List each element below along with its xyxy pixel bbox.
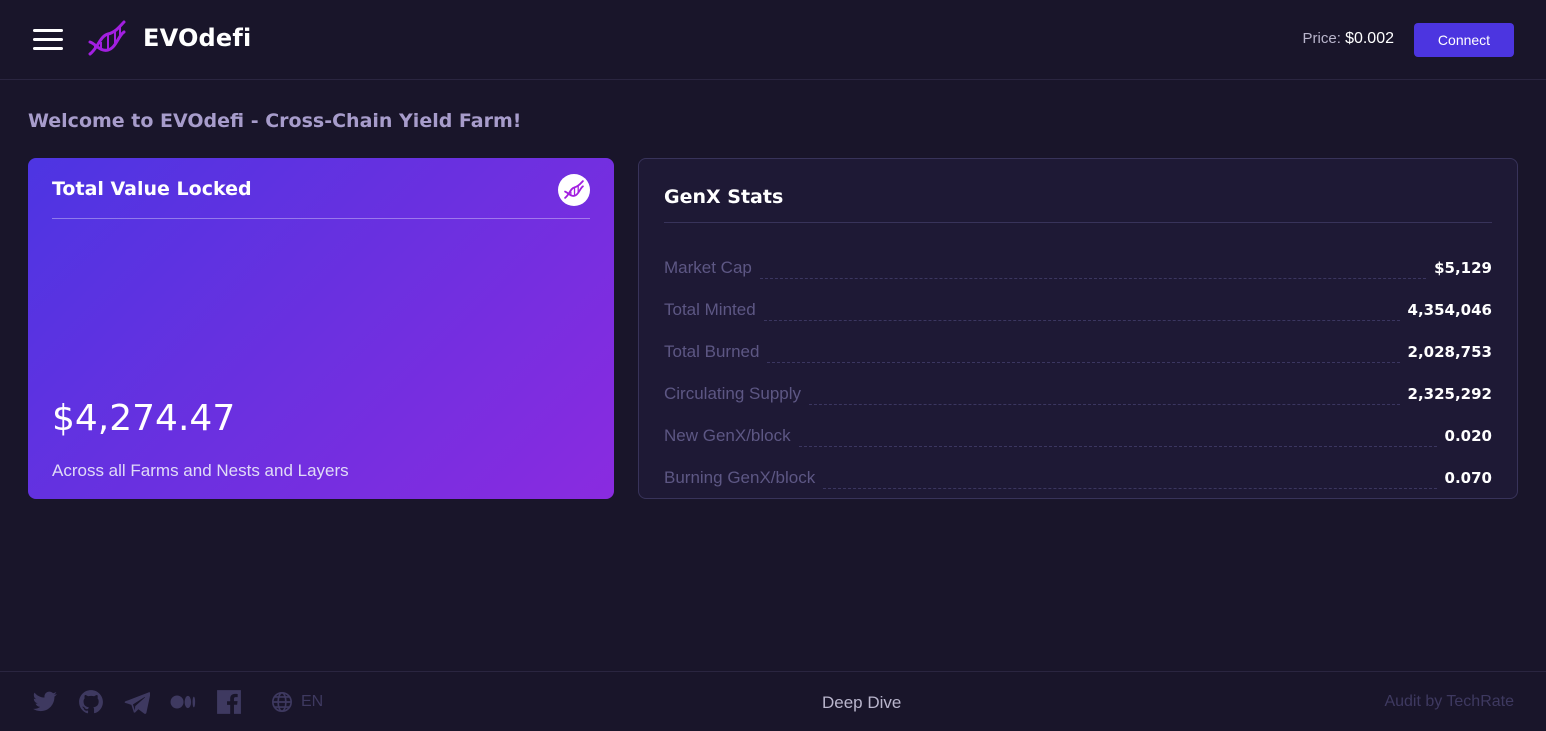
dotted-leader <box>763 320 1400 321</box>
deep-dive-link[interactable]: Deep Dive <box>822 693 901 713</box>
stat-row-new-genx-per-block: New GenX/block 0.020 <box>664 407 1492 449</box>
welcome-heading: Welcome to EVOdefi - Cross-Chain Yield F… <box>28 110 522 132</box>
token-price: Price: $0.002 <box>1303 30 1394 48</box>
stats-list: Market Cap $5,129 Total Minted 4,354,046… <box>664 239 1492 491</box>
stat-label: Circulating Supply <box>664 384 802 403</box>
top-bar: EVOdefi Price: $0.002 Connect <box>0 0 1546 80</box>
stat-value: 4,354,046 <box>1407 301 1492 319</box>
stat-row-circulating-supply: Circulating Supply 2,325,292 <box>664 365 1492 407</box>
tvl-value: $4,274.47 <box>52 398 236 439</box>
dna-badge-icon <box>558 174 590 206</box>
app-root: EVOdefi Price: $0.002 Connect Welcome to… <box>0 0 1546 731</box>
language-label: EN <box>301 693 324 710</box>
stat-value: 0.070 <box>1444 469 1492 487</box>
stat-value: 0.020 <box>1444 427 1492 445</box>
medium-icon[interactable] <box>170 689 196 715</box>
globe-icon <box>272 692 292 712</box>
language-selector[interactable]: EN <box>271 691 323 713</box>
stat-row-market-cap: Market Cap $5,129 <box>664 239 1492 281</box>
brand-name[interactable]: EVOdefi <box>143 24 251 52</box>
dotted-leader <box>759 278 1427 279</box>
tvl-subtitle: Across all Farms and Nests and Layers <box>52 461 349 480</box>
stat-label: Burning GenX/block <box>664 468 816 487</box>
footer: EN Deep Dive Audit by TechRate <box>0 671 1546 731</box>
github-icon[interactable] <box>78 689 104 715</box>
dotted-leader <box>823 488 1437 489</box>
tvl-divider <box>52 218 590 219</box>
dotted-leader <box>809 404 1400 405</box>
stat-label: New GenX/block <box>664 426 791 445</box>
tvl-title: Total Value Locked <box>52 178 252 200</box>
twitter-icon[interactable] <box>32 689 58 715</box>
stats-divider <box>664 222 1492 223</box>
stat-row-burning-genx-per-block: Burning GenX/block 0.070 <box>664 449 1492 491</box>
dotted-leader <box>798 446 1437 447</box>
stat-label: Market Cap <box>664 258 752 277</box>
facebook-icon[interactable] <box>216 689 242 715</box>
price-value: $0.002 <box>1345 30 1394 47</box>
stat-label: Total Minted <box>664 300 756 319</box>
dna-logo-icon[interactable] <box>86 18 128 60</box>
genx-stats-card: GenX Stats Market Cap $5,129 Total Minte… <box>638 158 1518 499</box>
stat-value: $5,129 <box>1434 259 1492 277</box>
stat-value: 2,325,292 <box>1407 385 1492 403</box>
stat-value: 2,028,753 <box>1407 343 1492 361</box>
audit-link[interactable]: Audit by TechRate <box>1384 693 1514 711</box>
telegram-icon[interactable] <box>124 689 150 715</box>
dotted-leader <box>767 362 1400 363</box>
hamburger-menu-icon[interactable] <box>33 27 63 53</box>
price-label: Price: <box>1302 30 1341 47</box>
connect-wallet-button[interactable]: Connect <box>1414 23 1514 57</box>
stat-label: Total Burned <box>664 342 760 361</box>
stats-title: GenX Stats <box>664 186 784 208</box>
stat-row-total-minted: Total Minted 4,354,046 <box>664 281 1492 323</box>
tvl-card: Total Value Locked $4,274.47 Across all … <box>28 158 614 499</box>
stat-row-total-burned: Total Burned 2,028,753 <box>664 323 1492 365</box>
